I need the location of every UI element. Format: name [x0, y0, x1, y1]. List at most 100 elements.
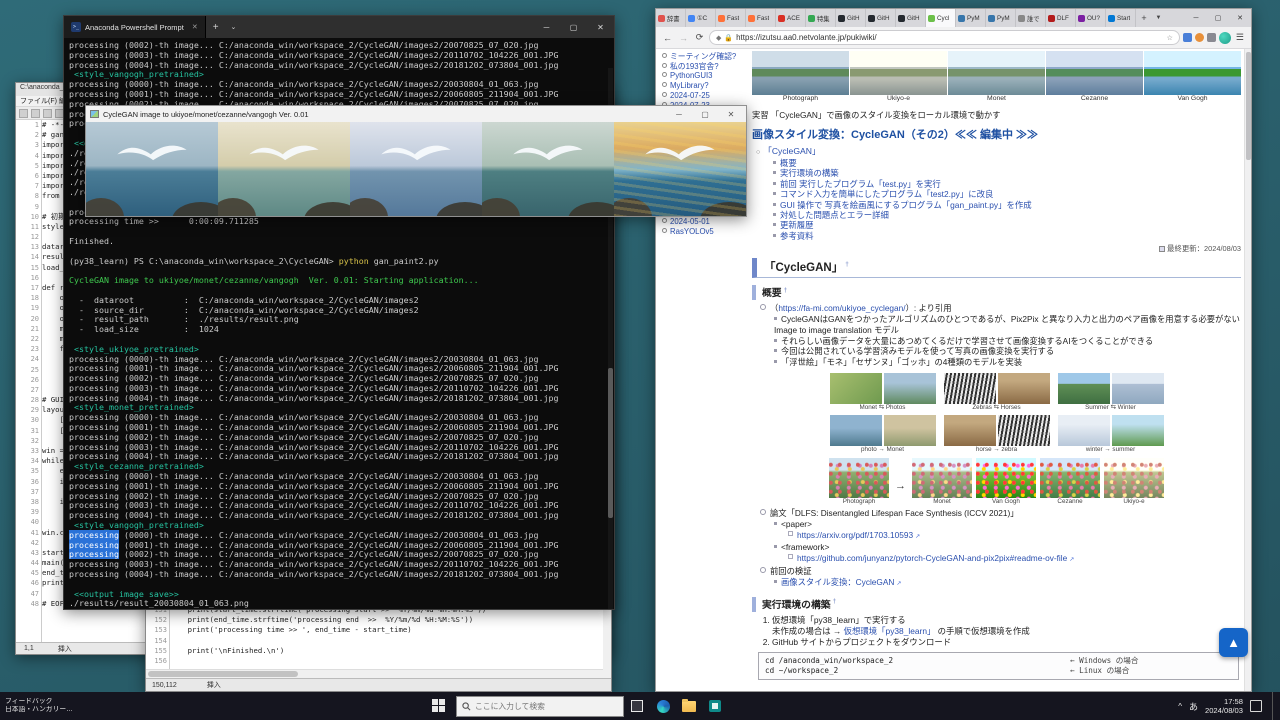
- sidebar-link[interactable]: PythonGUI3: [662, 71, 744, 81]
- sidebar-link[interactable]: 2024-07-25: [662, 91, 744, 101]
- browser-tab[interactable]: Start: [1106, 9, 1136, 27]
- new-tab-button[interactable]: +: [206, 22, 226, 33]
- browser-tab[interactable]: Fast: [746, 9, 776, 27]
- browser-tab[interactable]: PyM: [956, 9, 986, 27]
- venv-link[interactable]: 仮想環境「py38_learn」: [844, 626, 936, 636]
- hamburger-menu-icon[interactable]: ☰: [1234, 32, 1246, 43]
- editor-b-horizontal-scrollbar[interactable]: [146, 669, 603, 678]
- github-link[interactable]: https://github.com/junyanz/pytorch-Cycle…: [797, 553, 1067, 563]
- browser-tab[interactable]: 特集: [806, 9, 836, 27]
- toc-link[interactable]: GUI 操作で 写真を絵画風にするプログラム「gan_paint.py」を作成: [773, 200, 1241, 210]
- forward-button[interactable]: →: [677, 33, 690, 43]
- start-button[interactable]: [432, 699, 446, 713]
- terminal-title-bar[interactable]: >_ Anaconda Powershell Prompt ✕ + ⌄ ─ ▢ …: [64, 16, 614, 38]
- tab-list-chevron-icon[interactable]: ▼: [1152, 9, 1165, 27]
- toc-link[interactable]: 実行環境の構築: [773, 168, 1241, 178]
- toc-link[interactable]: 更新履歴: [773, 220, 1241, 230]
- thumbnail-image-monet[interactable]: [948, 51, 1045, 95]
- viewer-title-bar[interactable]: CycleGAN image to ukiyoe/monet/cezanne/v…: [86, 106, 746, 122]
- arxiv-link[interactable]: https://arxiv.org/pdf/1703.10593: [797, 530, 913, 540]
- previous-article-link[interactable]: 画像スタイル変換：CycleGAN: [781, 577, 894, 587]
- thumbnail-image-ukiyoe[interactable]: [850, 51, 947, 95]
- browser-scrollbar[interactable]: [1244, 49, 1251, 691]
- toc-link[interactable]: コマンド入力を簡単にしたプログラム「test2.py」に改良: [773, 189, 1241, 199]
- extension-icon[interactable]: [1195, 33, 1204, 42]
- taskbar-search-box[interactable]: [456, 696, 624, 717]
- shield-icon[interactable]: ◆: [716, 34, 721, 42]
- browser-tab[interactable]: 誰で: [1016, 9, 1046, 27]
- terminal-tab[interactable]: >_ Anaconda Powershell Prompt ✕: [64, 16, 206, 38]
- terminal-close-button[interactable]: ✕: [587, 16, 614, 38]
- browser-tab[interactable]: Fast: [716, 9, 746, 27]
- edge-icon[interactable]: [650, 692, 676, 720]
- address-bar[interactable]: ◆ 🔒 https://izutsu.aa0.netvolante.jp/puk…: [709, 30, 1180, 45]
- search-input[interactable]: [475, 702, 605, 711]
- terminal-minimize-button[interactable]: ─: [533, 16, 560, 38]
- tab-favicon: [718, 15, 725, 22]
- thumbnail-image-photo[interactable]: [752, 51, 849, 95]
- browser-tab[interactable]: PyM: [986, 9, 1016, 27]
- browser-tab[interactable]: ①C: [686, 9, 716, 27]
- browser-tab[interactable]: GitH: [866, 9, 896, 27]
- file-explorer-icon[interactable]: [676, 692, 702, 720]
- scroll-to-top-button[interactable]: ▲: [1219, 628, 1248, 657]
- viewer-maximize-button[interactable]: ▢: [694, 110, 716, 119]
- browser-tab[interactable]: GitH: [896, 9, 926, 27]
- sidebar-link[interactable]: 私の193官舎?: [662, 62, 744, 72]
- store-icon[interactable]: [702, 692, 728, 720]
- browser-tab[interactable]: GitH: [836, 9, 866, 27]
- sidebar-link[interactable]: 2024-05-01: [662, 217, 744, 227]
- cyclegan-viewer-window[interactable]: CycleGAN image to ukiyoe/monet/cezanne/v…: [85, 105, 747, 217]
- line-number: 13: [16, 242, 39, 252]
- viewer-close-button[interactable]: ✕: [720, 110, 742, 119]
- browser-tab[interactable]: ACE: [776, 9, 806, 27]
- scrollbar-thumb[interactable]: [608, 368, 613, 518]
- viewer-minimize-button[interactable]: ─: [668, 110, 690, 119]
- extensions-puzzle-icon[interactable]: [1207, 33, 1216, 42]
- toc-link[interactable]: 対処した問題点とエラー詳細: [773, 210, 1241, 220]
- sidebar-link[interactable]: RasYOLOv5: [662, 227, 744, 237]
- toc-link[interactable]: 参考資料: [773, 231, 1241, 241]
- notification-center-icon[interactable]: [1250, 700, 1262, 712]
- sidebar-link[interactable]: ミーティング確認?: [662, 52, 744, 62]
- anchor-icon[interactable]: †: [784, 287, 788, 294]
- toc-link[interactable]: 概要: [773, 158, 1241, 168]
- anchor-icon[interactable]: †: [845, 261, 849, 268]
- thumbnail-image-vangogh[interactable]: [1144, 51, 1241, 95]
- sidebar-link[interactable]: MyLibrary?: [662, 81, 744, 91]
- tray-expand-icon[interactable]: ^: [1178, 702, 1182, 711]
- show-desktop-button[interactable]: [1272, 692, 1276, 720]
- taskbar-clock[interactable]: 17:58 2024/08/03: [1205, 697, 1243, 715]
- extension-icon[interactable]: [1183, 33, 1192, 42]
- anchor-icon[interactable]: †: [833, 598, 837, 605]
- new-tab-button[interactable]: +: [1136, 9, 1152, 27]
- back-button[interactable]: ←: [661, 33, 674, 43]
- browser-tab[interactable]: 辞書: [656, 9, 686, 27]
- browser-tab[interactable]: Cycl: [926, 9, 956, 27]
- toc-root-link[interactable]: 「CycleGAN」: [763, 146, 820, 156]
- scrollbar-thumb[interactable]: [148, 671, 298, 677]
- browser-maximize-button[interactable]: ▢: [1207, 9, 1229, 27]
- tab-close-icon[interactable]: ✕: [192, 23, 198, 31]
- reload-button[interactable]: ⟳: [693, 32, 706, 43]
- cite-link[interactable]: https://fa-mi.com/ukiyoe_cyclegan/: [778, 303, 905, 313]
- browser-minimize-button[interactable]: ─: [1185, 9, 1207, 27]
- toolbar-icon[interactable]: [31, 109, 40, 118]
- bookmark-star-icon[interactable]: ☆: [1167, 34, 1173, 42]
- scrollbar-thumb[interactable]: [1246, 52, 1251, 160]
- tab-label: PyM: [967, 15, 980, 22]
- tab-dropdown-icon[interactable]: ⌄: [226, 23, 242, 31]
- browser-close-button[interactable]: ✕: [1229, 9, 1251, 27]
- terminal-maximize-button[interactable]: ▢: [560, 16, 587, 38]
- thumbnail-label: Ukiyo-e: [850, 95, 947, 104]
- task-view-button[interactable]: [624, 692, 650, 720]
- url-text[interactable]: https://izutsu.aa0.netvolante.jp/pukiwik…: [736, 33, 1164, 42]
- toc-link[interactable]: 前回 実行したプログラム「test.py」を実行: [773, 179, 1241, 189]
- browser-tab[interactable]: OU?: [1076, 9, 1106, 27]
- toolbar-icon[interactable]: [19, 109, 28, 118]
- browser-tab[interactable]: DLF: [1046, 9, 1076, 27]
- thumbnail-image-cezanne[interactable]: [1046, 51, 1143, 95]
- ime-indicator[interactable]: あ: [1189, 700, 1198, 713]
- account-avatar[interactable]: [1219, 32, 1231, 44]
- toolbar-icon[interactable]: [43, 109, 52, 118]
